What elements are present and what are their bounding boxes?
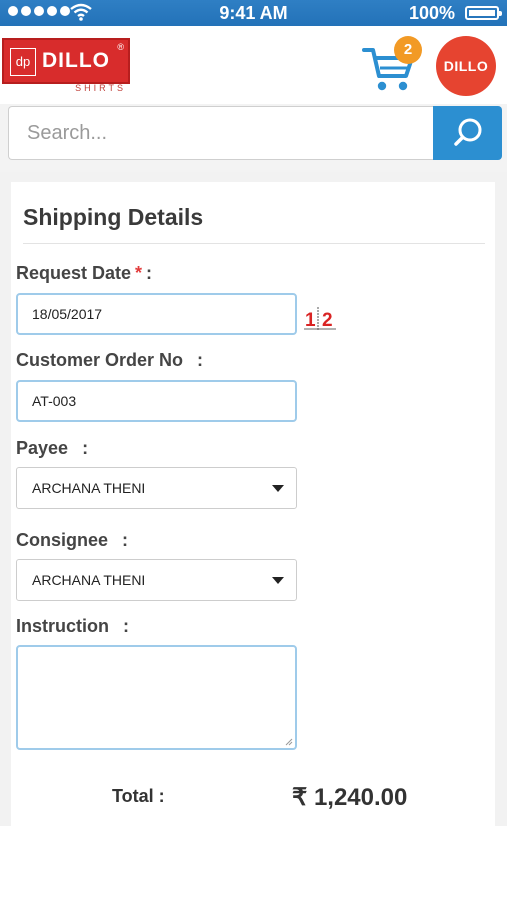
chevron-down-icon [272, 577, 284, 584]
resize-handle-icon[interactable] [285, 738, 293, 746]
instruction-label: Instruction: [16, 616, 129, 637]
logo-subtitle: SHIRTS [75, 83, 126, 93]
registered-mark: ® [117, 42, 124, 52]
customer-order-label: Customer Order No: [16, 350, 203, 371]
payee-label: Payee: [16, 438, 88, 459]
cart-count-badge: 2 [394, 36, 422, 64]
svg-text:2: 2 [322, 310, 333, 331]
customer-order-field[interactable]: AT-003 [16, 380, 297, 422]
payee-select-value: ARCHANA THENI [32, 480, 146, 496]
status-bar: 9:41 AM 100% [0, 0, 507, 26]
consignee-select[interactable]: ARCHANA THENI [16, 559, 297, 601]
instruction-textarea[interactable] [16, 645, 297, 750]
label-colon: : [197, 350, 204, 370]
consignee-label: Consignee: [16, 530, 128, 551]
page-title: Shipping Details [23, 204, 204, 230]
brand-logo[interactable]: dp DILLO ® SHIRTS [2, 38, 130, 94]
total-value: ₹ 1,240.00 [292, 784, 408, 811]
app-header: dp DILLO ® SHIRTS [0, 26, 507, 104]
label-colon: : [123, 616, 129, 636]
customer-order-label-text: Customer Order No [16, 350, 184, 370]
consignee-label-text: Consignee [16, 530, 109, 550]
request-date-label: Request Date *: [16, 263, 152, 284]
svg-text:1: 1 [305, 310, 316, 331]
calendar-icon[interactable]: 1 2 [303, 302, 337, 332]
request-date-label-text: Request Date [16, 263, 132, 283]
chevron-down-icon [272, 485, 284, 492]
label-colon: : [146, 263, 153, 283]
request-date-field[interactable]: 18/05/2017 [16, 293, 297, 335]
payee-select[interactable]: ARCHANA THENI [16, 467, 297, 509]
logo-mark: dp [10, 48, 36, 76]
logo-text: DILLO [42, 49, 110, 72]
required-mark: * [135, 263, 143, 283]
consignee-select-value: ARCHANA THENI [32, 572, 146, 588]
battery-icon [465, 6, 502, 20]
search-input[interactable] [8, 106, 434, 160]
divider [23, 243, 485, 244]
total-label: Total : [112, 786, 165, 806]
payee-label-text: Payee [16, 438, 69, 458]
search-button[interactable] [433, 106, 502, 160]
battery-percent: 100% [408, 3, 455, 23]
search-bar [0, 104, 507, 172]
label-colon: : [122, 530, 129, 550]
label-colon: : [82, 438, 89, 458]
search-icon [454, 118, 482, 146]
avatar[interactable]: DILLO [436, 36, 496, 96]
instruction-label-text: Instruction [16, 616, 109, 636]
